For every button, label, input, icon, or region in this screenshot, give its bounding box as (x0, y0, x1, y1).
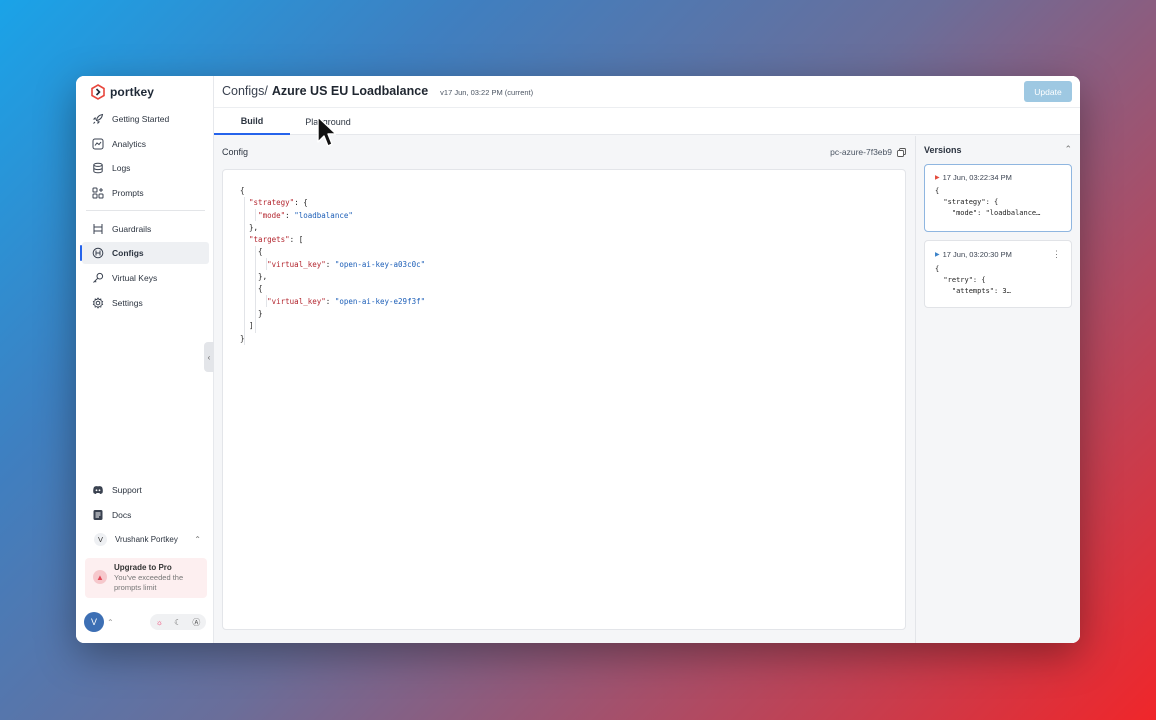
main-content: Configs/ Azure US EU Loadbalance v17 Jun… (214, 76, 1080, 643)
versions-title: Versions (924, 145, 962, 155)
play-icon: ▶ (935, 252, 940, 258)
configs-icon (92, 247, 104, 259)
sidebar-item-virtual-keys[interactable]: Virtual Keys (82, 267, 209, 289)
sidebar-footer: V ⌃ ☼ ☾ Ⓐ (84, 612, 208, 632)
avatar[interactable]: V (84, 612, 104, 632)
sidebar-item-getting-started[interactable]: Getting Started (82, 108, 209, 130)
versions-panel: Versions ⌃ ▶ 17 Jun, 03:22:34 PM { "stra… (915, 136, 1080, 643)
sidebar-item-label: Logs (112, 163, 131, 174)
config-id-text: pc-azure-7f3eb9 (830, 147, 892, 157)
version-label: v17 Jun, 03:22 PM (current) (440, 88, 534, 97)
upgrade-title: Upgrade to Pro (114, 563, 172, 572)
discord-icon (92, 484, 104, 496)
upgrade-banner[interactable]: ▲ Upgrade to Pro You've exceeded the pro… (85, 558, 207, 598)
sidebar-item-label: Virtual Keys (112, 272, 158, 283)
portkey-logo-icon (91, 84, 105, 100)
user-badge: V (94, 532, 107, 546)
sidebar-item-prompts[interactable]: Prompts (82, 182, 209, 204)
brand-name: portkey (110, 85, 155, 99)
page-title: Azure US EU Loadbalance (271, 84, 429, 98)
sidebar-item-label: Getting Started (112, 114, 170, 124)
theme-toggle[interactable]: ☼ ☾ Ⓐ (150, 614, 206, 630)
breadcrumb: Configs/ Azure US EU Loadbalance v17 Jun… (222, 84, 533, 98)
play-icon: ▶ (935, 175, 940, 181)
version-timestamp: 17 Jun, 03:22:34 PM (942, 173, 1012, 182)
chevron-up-icon[interactable]: ⌃ (107, 618, 114, 627)
sidebar-bottom-nav: Support Docs V Vrushank Portkey ⌃ (82, 479, 209, 550)
config-id: pc-azure-7f3eb9 (830, 147, 906, 157)
version-preview: { "retry": { "attempts": 3… (935, 265, 1011, 295)
version-header: ▶ 17 Jun, 03:22:34 PM (935, 173, 1061, 182)
sidebar-item-label: Configs (112, 248, 144, 259)
key-icon (92, 272, 104, 284)
upgrade-content: Upgrade to Pro You've exceeded the promp… (114, 563, 183, 592)
sidebar-item-label: Docs (112, 509, 132, 520)
tab-bar: Build Playground (214, 108, 1080, 135)
logo[interactable]: portkey (90, 84, 154, 100)
sidebar-item-analytics[interactable]: Analytics (82, 133, 209, 155)
upgrade-text-line2: prompts limit (114, 582, 157, 592)
sidebar: portkey Getting Started Analytics Logs P… (76, 76, 214, 643)
rocket-icon (92, 113, 104, 125)
auto-theme-icon[interactable]: Ⓐ (192, 617, 200, 628)
workspace-selector[interactable]: V Vrushank Portkey ⌃ (82, 528, 209, 550)
sidebar-item-configs[interactable]: Configs (80, 242, 209, 265)
sidebar-item-label: Guardrails (112, 223, 152, 234)
sidebar-collapse-handle[interactable]: ‹ (204, 342, 214, 372)
sidebar-divider (86, 209, 205, 211)
chevron-up-icon: ⌃ (194, 534, 201, 544)
header: Configs/ Azure US EU Loadbalance v17 Jun… (214, 76, 1080, 108)
sidebar-item-support[interactable]: Support (82, 479, 209, 501)
sidebar-item-docs[interactable]: Docs (82, 504, 209, 526)
version-card[interactable]: ▶ 17 Jun, 03:20:30 PM ⋮ { "retry": { "at… (924, 240, 1072, 308)
version-card[interactable]: ▶ 17 Jun, 03:22:34 PM { "strategy": { "m… (924, 164, 1072, 232)
tab-build[interactable]: Build (214, 108, 290, 135)
config-label: Config (222, 147, 249, 157)
sun-icon[interactable]: ☼ (156, 618, 163, 627)
sidebar-item-label: Analytics (112, 138, 147, 149)
sidebar-item-label: Prompts (112, 187, 144, 198)
upgrade-text-line1: You've exceeded the (114, 573, 184, 582)
chevron-up-icon[interactable]: ⌃ (1064, 144, 1072, 155)
sidebar-item-guardrails[interactable]: Guardrails (82, 218, 209, 240)
copy-icon[interactable] (897, 147, 906, 157)
prompts-icon (92, 187, 104, 199)
analytics-icon (92, 138, 104, 150)
sidebar-item-logs[interactable]: Logs (82, 157, 209, 179)
config-json-code: { "strategy": { "mode": "loadbalance" },… (240, 186, 426, 343)
gear-icon (92, 296, 104, 309)
mouse-cursor-icon (317, 116, 336, 147)
sidebar-nav: Getting Started Analytics Logs Prompts G… (80, 108, 209, 316)
upgrade-icon: ▲ (93, 570, 107, 584)
sidebar-item-label: Support (112, 485, 142, 495)
update-button[interactable]: Update (1024, 81, 1072, 102)
version-header: ▶ 17 Jun, 03:20:30 PM ⋮ (935, 249, 1061, 260)
sidebar-item-settings[interactable]: Settings (82, 292, 209, 314)
guardrails-icon (92, 223, 104, 235)
docs-icon (92, 509, 104, 521)
chevron-left-icon: ‹ (207, 352, 211, 362)
version-preview: { "strategy": { "mode": "loadbalance… (935, 187, 1041, 217)
app-window: portkey Getting Started Analytics Logs P… (76, 76, 1080, 643)
more-options-icon[interactable]: ⋮ (1052, 249, 1061, 260)
database-icon (92, 162, 104, 174)
sidebar-item-label: Settings (112, 297, 143, 308)
user-name: Vrushank Portkey (115, 534, 178, 544)
config-editor[interactable]: { "strategy": { "mode": "loadbalance" },… (222, 169, 906, 630)
config-panel: Config pc-azure-7f3eb9 { "strategy": { "… (214, 136, 914, 643)
moon-icon[interactable]: ☾ (174, 618, 181, 627)
breadcrumb-parent[interactable]: Configs/ (222, 84, 268, 98)
version-timestamp: 17 Jun, 03:20:30 PM (942, 250, 1012, 259)
